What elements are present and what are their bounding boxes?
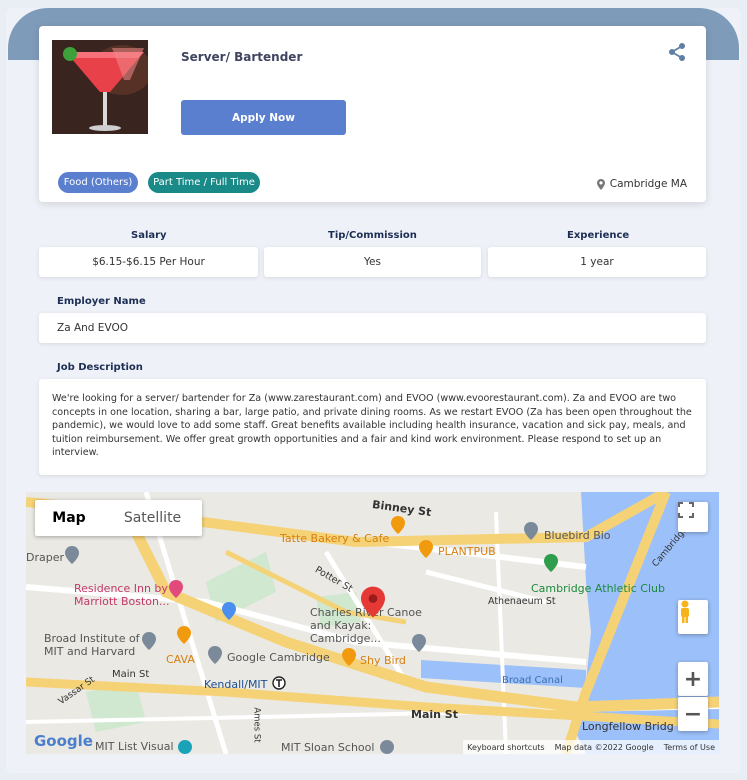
- google-marker-icon[interactable]: [208, 646, 222, 664]
- job-location: Cambridge MA: [596, 178, 687, 190]
- map-type-control: Map Satellite: [35, 500, 202, 536]
- map-label-cava[interactable]: CAVA: [166, 653, 195, 666]
- google-logo[interactable]: Google: [34, 732, 93, 750]
- map-label-draper[interactable]: Draper: [26, 551, 64, 564]
- keyboard-shortcuts-link[interactable]: Keyboard shortcuts: [467, 743, 544, 752]
- zoom-in-icon[interactable]: +: [678, 662, 708, 696]
- map-label-main-st-1: Main St: [112, 669, 150, 680]
- restaurant-marker-icon[interactable]: [419, 540, 433, 558]
- job-location-marker-icon[interactable]: [361, 586, 385, 618]
- hotel-marker-icon[interactable]: [169, 580, 183, 598]
- job-description-text: We're looking for a server/ bartender fo…: [52, 393, 692, 458]
- cafe-marker-icon[interactable]: [391, 516, 405, 534]
- experience-value: 1 year: [488, 247, 706, 277]
- job-card: Server/ Bartender Apply Now Food (Others…: [39, 26, 706, 202]
- location-map[interactable]: Map Satellite Binney St Tatte Bakery & C…: [26, 492, 719, 754]
- employer-value: Za And EVOO: [39, 313, 706, 343]
- map-label-mit-sloan[interactable]: MIT Sloan School: [281, 741, 374, 754]
- map-data-credit: Map data ©2022 Google: [554, 742, 654, 752]
- description-label: Job Description: [57, 362, 143, 373]
- job-type-tag[interactable]: Part Time / Full Time: [148, 172, 260, 193]
- map-label-ames: Ames St: [251, 707, 262, 743]
- shop-marker-icon[interactable]: [222, 602, 236, 620]
- map-label-shy-bird[interactable]: Shy Bird: [360, 654, 406, 667]
- shybird-marker-icon[interactable]: [342, 648, 356, 666]
- museum-marker-icon[interactable]: [178, 740, 192, 754]
- map-label-residence-inn[interactable]: Residence Inn by Marriott Boston...: [74, 582, 174, 608]
- map-label-athenaeum: Athenaeum St: [488, 596, 556, 607]
- school-marker-icon[interactable]: [380, 740, 394, 754]
- map-label-broad-canal: Broad Canal: [502, 675, 563, 686]
- map-label-tatte[interactable]: Tatte Bakery & Cafe: [280, 532, 389, 545]
- street-view-pegman-icon[interactable]: [678, 600, 708, 634]
- map-label-athletic-club[interactable]: Cambridge Athletic Club: [531, 582, 665, 595]
- tip-value: Yes: [264, 247, 481, 277]
- job-title: Server/ Bartender: [181, 50, 303, 64]
- map-label-plantpub[interactable]: PLANTPUB: [438, 545, 496, 558]
- gym-marker-icon[interactable]: [544, 554, 558, 572]
- map-label-bluebird[interactable]: Bluebird Bio: [544, 529, 611, 542]
- tip-label: Tip/Commission: [328, 230, 417, 241]
- transit-icon[interactable]: [272, 676, 286, 690]
- satellite-tab[interactable]: Satellite: [103, 500, 202, 536]
- apply-now-button[interactable]: Apply Now: [181, 100, 346, 135]
- fullscreen-icon[interactable]: [678, 502, 708, 532]
- share-icon[interactable]: [667, 42, 687, 62]
- kayak-marker-icon[interactable]: [412, 634, 426, 652]
- poi-marker-icon[interactable]: [65, 546, 79, 564]
- cava-marker-icon[interactable]: [177, 626, 191, 644]
- map-footer: Keyboard shortcuts Map data ©2022 Google…: [463, 740, 719, 754]
- category-tag[interactable]: Food (Others): [58, 172, 138, 193]
- map-label-google-cambridge[interactable]: Google Cambridge: [227, 651, 330, 664]
- map-label-main-st-2: Main St: [411, 708, 458, 721]
- experience-label: Experience: [567, 230, 630, 241]
- map-label-mit-list[interactable]: MIT List Visual: [95, 740, 174, 753]
- map-label-broad-institute[interactable]: Broad Institute of MIT and Harvard: [44, 632, 144, 658]
- map-tab[interactable]: Map: [35, 500, 103, 536]
- business-marker-icon[interactable]: [524, 522, 538, 540]
- location-pin-icon: [596, 178, 605, 190]
- institute-marker-icon[interactable]: [142, 632, 156, 650]
- employer-label: Employer Name: [57, 296, 146, 307]
- salary-label: Salary: [131, 230, 167, 241]
- location-text: Cambridge MA: [609, 178, 687, 190]
- map-label-kendall[interactable]: Kendall/MIT: [204, 678, 267, 691]
- job-image: [52, 40, 148, 134]
- terms-of-use-link[interactable]: Terms of Use: [664, 743, 715, 752]
- zoom-out-icon[interactable]: −: [678, 697, 708, 731]
- job-description-box: We're looking for a server/ bartender fo…: [39, 379, 706, 475]
- map-label-longfellow: Longfellow Bridg: [582, 720, 674, 733]
- salary-value: $6.15-$6.15 Per Hour: [39, 247, 258, 277]
